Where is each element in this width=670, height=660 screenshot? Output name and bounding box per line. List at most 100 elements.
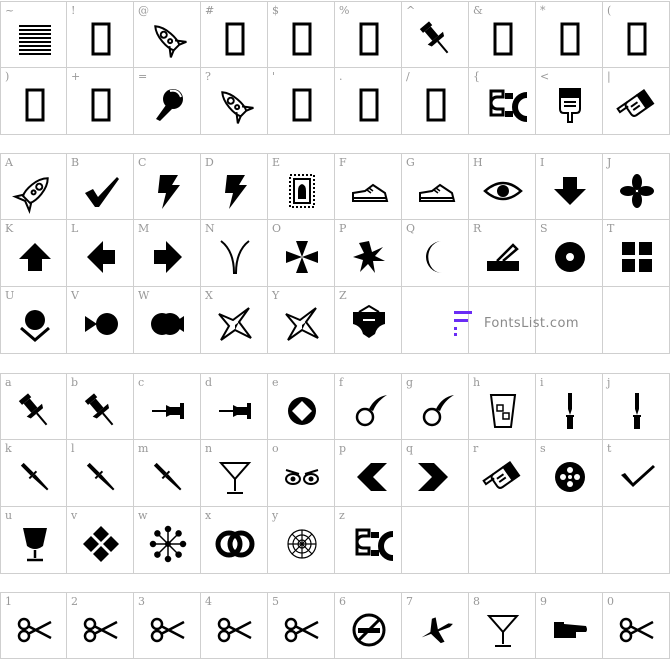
- glyph-cell: 3: [134, 592, 201, 659]
- glyph-key-label: h: [473, 376, 481, 389]
- glyph-cell: z: [335, 507, 402, 574]
- glyph-key-label: *: [540, 4, 546, 17]
- push-pin-side-icon: [213, 388, 257, 434]
- knife-diagonal-icon: [146, 454, 190, 500]
- glyph-cell: Q: [402, 220, 469, 287]
- glyph-key-label: (: [607, 4, 612, 17]
- glyph-cell: E: [268, 153, 335, 220]
- glyph-key-label: X: [205, 289, 213, 302]
- glyph-key-label: g: [406, 376, 414, 389]
- arrow-left-icon: [79, 234, 123, 280]
- horseshoe-magnet-icon: [347, 521, 394, 567]
- glyph-key-label: e: [272, 376, 279, 389]
- ice-glass-icon: [481, 388, 525, 434]
- glyph-cell: ^: [402, 1, 469, 68]
- glyph-cell: |: [603, 68, 670, 135]
- diamond-ring-icon: [280, 388, 324, 434]
- glyph-cell: &: [469, 1, 536, 68]
- pointing-hand-diagonal-icon: [481, 454, 525, 500]
- glyph-cell: B: [67, 153, 134, 220]
- y-curve-icon: [213, 234, 257, 280]
- push-pin-side-icon: [146, 388, 190, 434]
- glyph-key-label: f: [339, 376, 344, 389]
- glyph-cell: O: [268, 220, 335, 287]
- missing-glyph-box-icon: [13, 82, 57, 128]
- missing-glyph-box-icon: [347, 16, 391, 62]
- char-grid-lowercase: a b c d e f g h i j k l mn o p q r s t u v wx y z: [0, 373, 670, 574]
- horizontal-lines-icon: [13, 16, 57, 62]
- checkmark-icon: [79, 168, 123, 214]
- glyph-key-label: 9: [540, 595, 547, 608]
- empty-cell: [469, 507, 536, 574]
- glyph-key-label: 3: [138, 595, 145, 608]
- glyph-cell: s: [536, 440, 603, 507]
- missing-glyph-box-icon: [615, 16, 659, 62]
- glyph-key-label: {: [473, 70, 480, 83]
- glyph-key-label: c: [138, 376, 145, 389]
- eye-icon: [481, 168, 525, 214]
- push-pin-icon: [79, 388, 123, 434]
- glyph-cell: H: [469, 153, 536, 220]
- scissors-icon: [13, 607, 57, 653]
- glyph-cell: $: [268, 1, 335, 68]
- glyph-cell: l: [67, 440, 134, 507]
- scissors-icon: [213, 607, 257, 653]
- glyph-cell: b: [67, 373, 134, 440]
- scissors-icon: [615, 607, 659, 653]
- dot-burst-icon: [146, 521, 190, 567]
- glyph-cell: o: [268, 440, 335, 507]
- arrow-up-icon: [13, 234, 57, 280]
- glyph-cell: P: [335, 220, 402, 287]
- glyph-key-label: ': [272, 70, 276, 83]
- pointing-hand-diagonal-icon: [615, 82, 659, 128]
- angry-eyes-icon: [280, 454, 324, 500]
- circle-arrow-left-icon: [146, 301, 190, 347]
- glyph-key-label: y: [272, 509, 279, 522]
- glyph-cell: ': [268, 68, 335, 135]
- glyph-cell: !: [67, 1, 134, 68]
- knife-diagonal-icon: [13, 454, 57, 500]
- glyph-key-label: S: [540, 222, 548, 235]
- glyph-cell: g: [402, 373, 469, 440]
- glyph-key-label: 8: [473, 595, 480, 608]
- glyph-key-label: r: [473, 442, 479, 455]
- knife-vertical-icon: [548, 388, 592, 434]
- circle-arrow-right-icon: [79, 301, 123, 347]
- quatrefoil-icon: [615, 168, 659, 214]
- glyph-key-label: A: [5, 156, 13, 169]
- horseshoe-magnet-icon: [481, 82, 528, 128]
- glyph-key-label: b: [71, 376, 79, 389]
- glyph-cell: *: [536, 1, 603, 68]
- glyph-cell: k: [0, 440, 67, 507]
- glyph-cell: U: [0, 287, 67, 354]
- glyph-cell: Z: [335, 287, 402, 354]
- crescent-moon-icon: [414, 234, 458, 280]
- glyph-key-label: 2: [71, 595, 78, 608]
- glyph-key-label: ?: [205, 70, 211, 83]
- missing-glyph-box-icon: [79, 82, 123, 128]
- flower-badge-icon: [548, 454, 592, 500]
- glyph-key-label: l: [71, 442, 75, 455]
- glyph-cell: m: [134, 440, 201, 507]
- scissors-icon: [280, 607, 324, 653]
- four-squares-icon: [615, 234, 659, 280]
- wine-glass-icon: [13, 521, 57, 567]
- glyph-key-label: T: [607, 222, 615, 235]
- pointing-hand-down-icon: [548, 82, 592, 128]
- glyph-key-label: Y: [272, 289, 280, 302]
- martini-glass-icon: [481, 607, 525, 653]
- glyph-cell: c: [134, 373, 201, 440]
- glyph-key-label: L: [71, 222, 79, 235]
- glyph-cell: %: [335, 1, 402, 68]
- interlocking-rings-icon: [213, 521, 257, 567]
- glyph-cell: p: [335, 440, 402, 507]
- glyph-cell: I: [536, 153, 603, 220]
- glyph-cell: X: [201, 287, 268, 354]
- glyph-key-label: B: [71, 156, 80, 169]
- glyph-cell: S: [536, 220, 603, 287]
- glyph-key-label: V: [71, 289, 79, 302]
- glyph-key-label: p: [339, 442, 347, 455]
- glyph-key-label: J: [607, 156, 612, 169]
- scissors-icon: [79, 607, 123, 653]
- glyph-key-label: K: [5, 222, 14, 235]
